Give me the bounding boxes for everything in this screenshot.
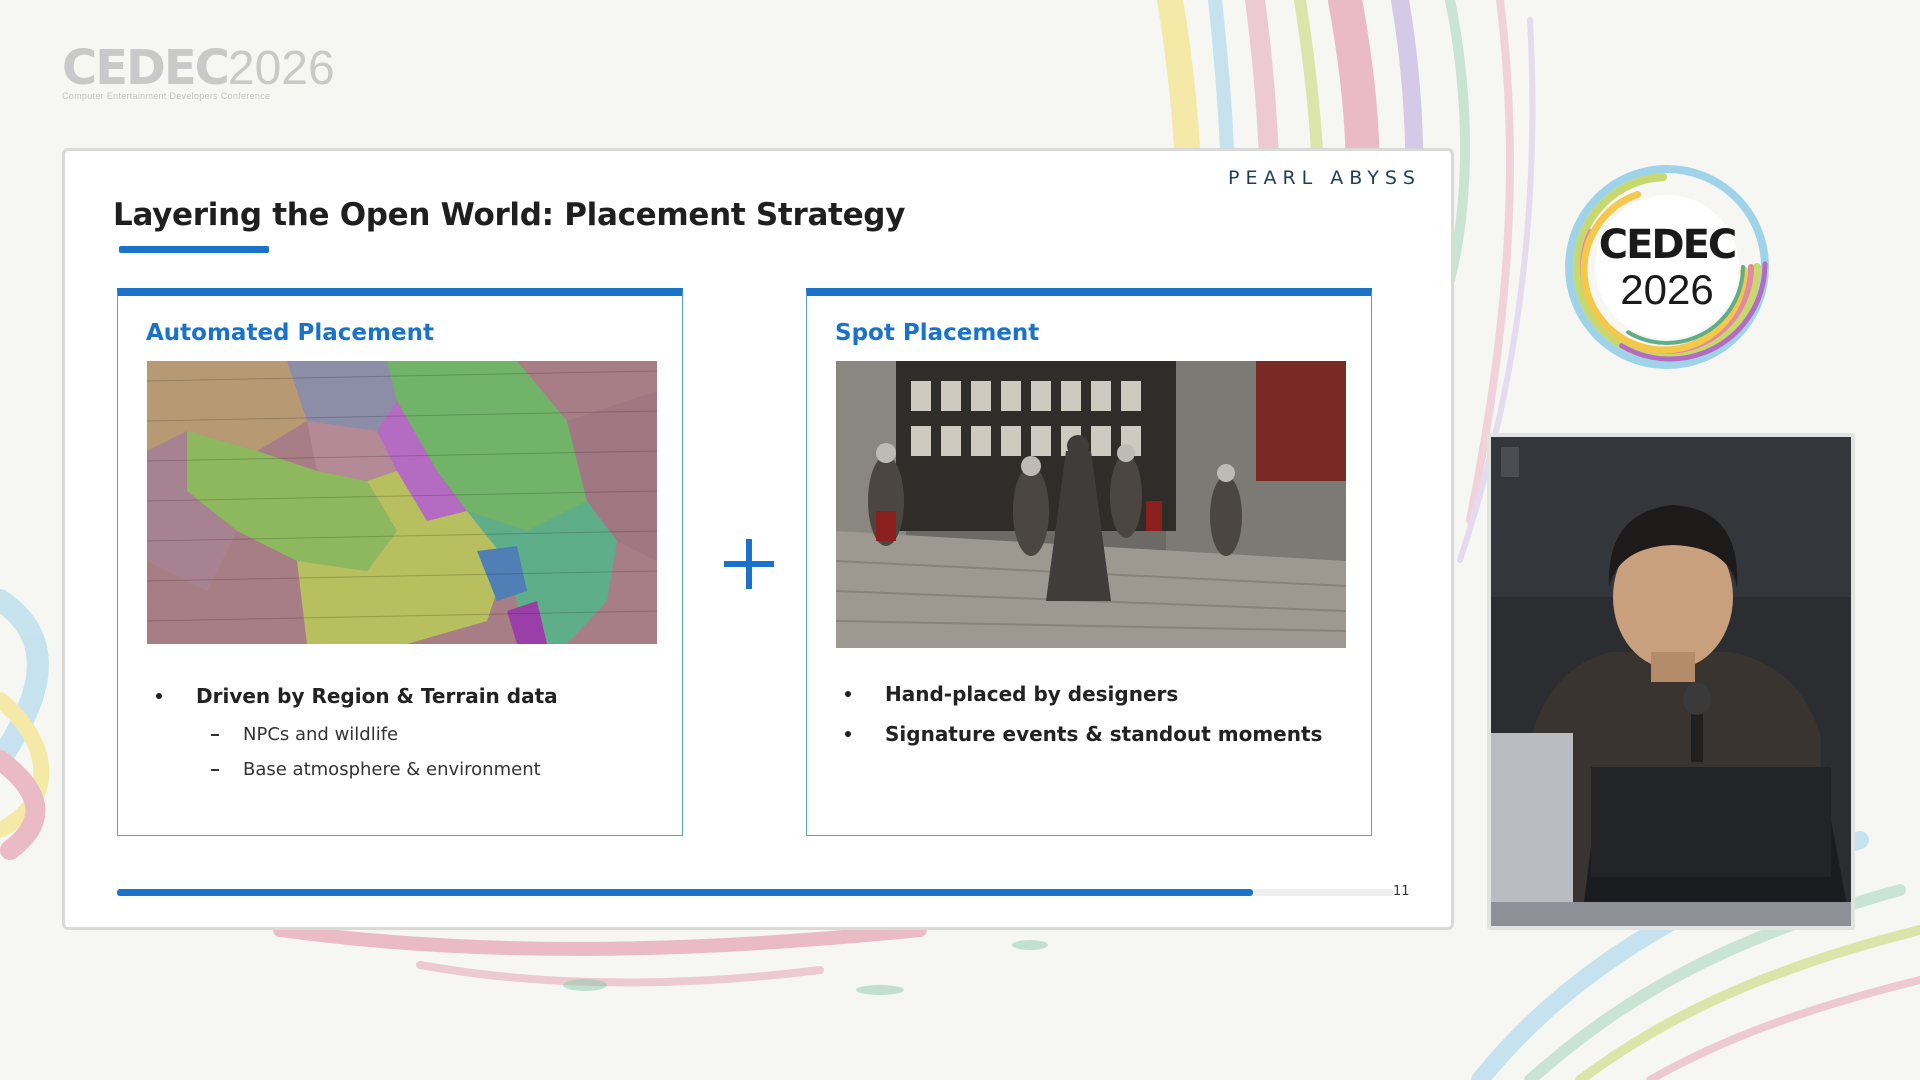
automated-bullet-list: Driven by Region & Terrain data NPCs and… <box>156 684 558 780</box>
logo-year: 2026 <box>227 42 335 95</box>
list-item: Driven by Region & Terrain data <box>156 684 558 708</box>
plus-icon <box>724 539 774 589</box>
knights-at-gate-scene-image <box>836 361 1346 648</box>
bullet-icon <box>156 693 162 699</box>
cedec-logo: CEDEC2026 Computer Entertainment Develop… <box>62 42 335 101</box>
bullet-text: Driven by Region & Terrain data <box>196 684 558 708</box>
dash-icon <box>211 768 219 771</box>
bullet-text: Hand-placed by designers <box>885 682 1179 706</box>
automated-placement-card: Automated Placement Driven by Region & T… <box>117 288 683 836</box>
bullet-icon <box>845 691 851 697</box>
dash-icon <box>211 733 219 736</box>
sub-bullet-text: Base atmosphere & environment <box>243 759 541 780</box>
pearl-abyss-brand: PEARL ABYSS <box>1227 167 1421 189</box>
slide-title: Layering the Open World: Placement Strat… <box>113 197 906 233</box>
sub-bullet-text: NPCs and wildlife <box>243 724 399 745</box>
badge-year: 2026 <box>1620 266 1714 313</box>
region-terrain-map-image <box>147 361 657 644</box>
cedec-badge-logo: CEDEC 2026 <box>1560 160 1774 374</box>
list-item: Base atmosphere & environment <box>211 759 558 780</box>
card-title-spot: Spot Placement <box>835 320 1040 346</box>
spot-bullet-list: Hand-placed by designers Signature event… <box>845 682 1322 746</box>
card-title-automated: Automated Placement <box>146 320 434 346</box>
page-number: 11 <box>1393 884 1410 899</box>
list-item: NPCs and wildlife <box>211 724 558 745</box>
title-underline <box>119 246 269 253</box>
bullet-text: Signature events & standout moments <box>885 722 1323 746</box>
presentation-slide: PEARL ABYSS Layering the Open World: Pla… <box>62 148 1454 930</box>
bullet-icon <box>845 731 851 737</box>
spot-placement-card: Spot Placement Hand-placed by designers … <box>806 288 1372 836</box>
list-item: Signature events & standout moments <box>845 722 1322 746</box>
logo-word: CEDEC <box>62 40 230 96</box>
slide-progress-bar <box>117 889 1393 896</box>
badge-word: CEDEC <box>1598 222 1738 268</box>
slide-progress-fill <box>117 889 1253 896</box>
list-item: Hand-placed by designers <box>845 682 1322 706</box>
speaker-camera-feed <box>1487 433 1855 930</box>
